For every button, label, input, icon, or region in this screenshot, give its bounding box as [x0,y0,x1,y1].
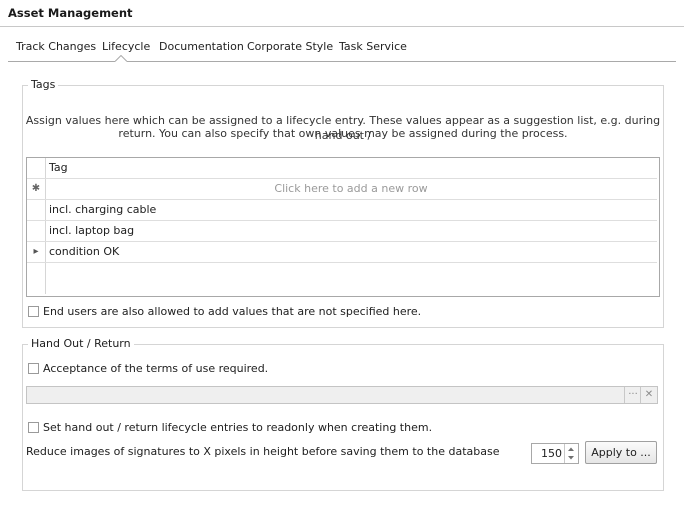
handout-return-group-label: Hand Out / Return [28,337,134,350]
current-row-icon: ▸ [27,242,46,262]
grid-header-indicator [27,158,46,178]
tags-group-label: Tags [28,78,59,91]
clear-icon[interactable]: ✕ [640,387,657,403]
tab-underline [8,61,676,62]
spinner-buttons [564,444,578,463]
grid-empty-area[interactable] [27,263,657,294]
table-row[interactable]: incl. laptop bag [27,221,657,242]
tab-documentation[interactable]: Documentation [159,40,244,53]
terms-of-use-field[interactable]: ··· ✕ [26,386,658,404]
readonly-entries-checkbox[interactable] [28,422,39,433]
readonly-entries-label[interactable]: Set hand out / return lifecycle entries … [43,421,432,434]
signature-height-value[interactable]: 150 [532,444,562,463]
tags-description-line-2: return. You can also specify that own va… [118,127,568,140]
active-tab-indicator [115,55,127,62]
column-header-tag[interactable]: Tag [49,158,68,178]
spin-down-icon[interactable] [568,456,574,460]
title-divider [0,26,684,27]
tab-track-changes[interactable]: Track Changes [16,40,96,53]
terms-required-checkbox[interactable] [28,363,39,374]
row-indicator [27,200,46,220]
terms-required-label[interactable]: Acceptance of the terms of use required. [43,362,268,375]
tags-grid: Tag ✱ Click here to add a new row incl. … [26,157,660,297]
row-indicator [27,221,46,241]
tag-cell[interactable]: incl. charging cable [49,200,156,220]
browse-button[interactable]: ··· [624,387,641,403]
grid-header-row: Tag [27,158,657,179]
new-row-placeholder[interactable]: Click here to add a new row [45,179,657,199]
tab-task-service[interactable]: Task Service [339,40,407,53]
apply-to-button[interactable]: Apply to ... [585,441,657,464]
spin-up-icon[interactable] [568,447,574,452]
tag-cell[interactable]: incl. laptop bag [49,221,134,241]
window-title: Asset Management [8,6,133,20]
table-row[interactable]: ▸ condition OK [27,242,657,263]
tab-corporate-style[interactable]: Corporate Style [247,40,333,53]
signature-height-spinner[interactable]: 150 [531,443,579,464]
signature-height-label: Reduce images of signatures to X pixels … [26,445,500,458]
grid-new-row[interactable]: ✱ Click here to add a new row [27,179,657,200]
allow-custom-values-label[interactable]: End users are also allowed to add values… [43,305,421,318]
tab-strip: Track Changes Lifecycle Documentation Co… [8,40,676,60]
table-row[interactable]: incl. charging cable [27,200,657,221]
new-row-icon: ✱ [27,179,46,199]
tag-cell[interactable]: condition OK [49,242,119,262]
allow-custom-values-checkbox[interactable] [28,306,39,317]
tab-lifecycle[interactable]: Lifecycle [102,40,150,53]
